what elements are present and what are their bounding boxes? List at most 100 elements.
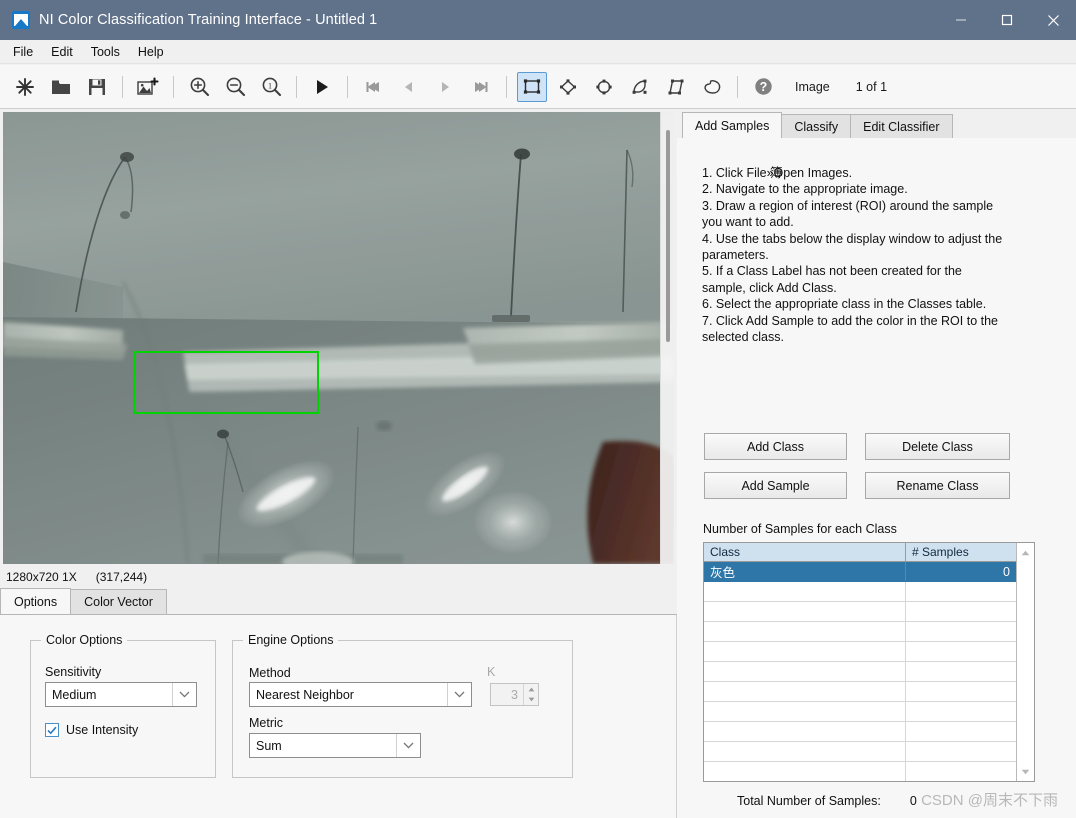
prev-image-icon[interactable] [394, 72, 424, 102]
use-intensity-checkbox-row[interactable]: Use Intensity [45, 723, 138, 737]
toolbar: 1 ? Image 1 of 1 [0, 65, 1076, 109]
zoom-in-icon[interactable] [184, 72, 214, 102]
instructions-text: 1. Click File»Open Images. 2. Navigate t… [702, 166, 1003, 345]
toolbar-separator [347, 75, 348, 98]
chevron-down-icon[interactable] [396, 734, 420, 757]
image-status-bar: 1280x720 1X (317,244) [0, 566, 677, 588]
scroll-down-arrow-icon[interactable] [1017, 763, 1034, 780]
table-cell-class [704, 682, 906, 701]
svg-text:?: ? [759, 80, 767, 94]
classes-table-label: Number of Samples for each Class [703, 522, 897, 536]
table-row[interactable] [704, 762, 1034, 781]
add-images-icon[interactable] [133, 72, 163, 102]
cursor-artifact-glyph: 簿 [770, 166, 783, 180]
roi-polygon-icon[interactable] [661, 72, 691, 102]
close-button[interactable] [1030, 0, 1076, 40]
table-cell-samples [906, 702, 1017, 721]
open-folder-icon[interactable] [46, 72, 76, 102]
next-image-icon[interactable] [430, 72, 460, 102]
table-row[interactable] [704, 662, 1034, 682]
sensitivity-dropdown[interactable]: Medium [45, 682, 197, 707]
table-cell-samples [906, 622, 1017, 641]
image-vertical-scrollbar[interactable] [660, 112, 674, 564]
add-sample-button[interactable]: Add Sample [704, 472, 847, 499]
chevron-down-icon[interactable] [172, 683, 196, 706]
color-options-group: Color Options [30, 633, 216, 778]
menu-help[interactable]: Help [129, 42, 173, 62]
maximize-button[interactable] [984, 0, 1030, 40]
toolbar-separator [173, 75, 174, 98]
color-options-group-title: Color Options [41, 633, 128, 647]
minimize-button[interactable] [938, 0, 984, 40]
toolbar-separator [506, 75, 507, 98]
zoom-actual-icon[interactable]: 1 [256, 72, 286, 102]
engine-options-group-title: Engine Options [243, 633, 339, 647]
toolbar-separator [296, 75, 297, 98]
k-stepper-up-icon[interactable] [524, 684, 538, 695]
table-row[interactable] [704, 602, 1034, 622]
method-dropdown[interactable]: Nearest Neighbor [249, 682, 472, 707]
roi-oval-icon[interactable] [589, 72, 619, 102]
tab-color-vector[interactable]: Color Vector [70, 589, 167, 614]
image-vertical-scrollbar-thumb[interactable] [666, 130, 670, 342]
delete-class-button[interactable]: Delete Class [865, 433, 1010, 460]
table-vertical-scrollbar[interactable] [1016, 543, 1034, 781]
tab-edit-classifier[interactable]: Edit Classifier [850, 114, 953, 138]
table-cell-samples: 0 [1003, 564, 1010, 579]
k-value: 3 [511, 687, 518, 702]
roi-rectangle-icon[interactable] [517, 71, 547, 102]
toolbar-separator [737, 75, 738, 98]
scroll-up-arrow-icon[interactable] [1017, 544, 1034, 561]
zoom-out-icon[interactable] [220, 72, 250, 102]
save-disk-icon[interactable] [82, 72, 112, 102]
k-stepper[interactable]: 3 [490, 683, 539, 706]
table-row[interactable] [704, 582, 1034, 602]
image-display-canvas[interactable] [3, 112, 674, 564]
method-value: Nearest Neighbor [256, 687, 354, 702]
metric-dropdown[interactable]: Sum [249, 733, 421, 758]
rename-class-button[interactable]: Rename Class [865, 472, 1010, 499]
tab-add-samples[interactable]: Add Samples [682, 112, 783, 138]
table-cell-samples [906, 662, 1017, 681]
table-row[interactable] [704, 722, 1034, 742]
table-cell-class [704, 642, 906, 661]
table-cell-class [704, 722, 906, 741]
add-class-button[interactable]: Add Class [704, 433, 847, 460]
roi-freehand-icon[interactable] [697, 72, 727, 102]
use-intensity-label: Use Intensity [66, 723, 139, 737]
play-icon[interactable] [307, 72, 337, 102]
k-stepper-buttons[interactable] [523, 684, 538, 705]
use-intensity-checkbox[interactable] [45, 723, 59, 737]
roi-rotated-rect-icon[interactable] [553, 72, 583, 102]
k-stepper-down-icon[interactable] [524, 695, 538, 706]
roi-rectangle-overlay[interactable] [133, 351, 319, 414]
tab-classify[interactable]: Classify [781, 114, 852, 138]
tab-options[interactable]: Options [0, 588, 72, 614]
help-icon[interactable]: ? [748, 72, 778, 102]
table-row[interactable] [704, 642, 1034, 662]
menu-tools[interactable]: Tools [82, 42, 129, 62]
app-icon [12, 11, 30, 29]
table-cell-class [704, 622, 906, 641]
last-image-icon[interactable] [466, 72, 496, 102]
table-row[interactable] [704, 622, 1034, 642]
roi-annulus-icon[interactable] [625, 72, 655, 102]
table-header-class: Class [704, 543, 906, 561]
metric-value: Sum [256, 738, 282, 753]
first-image-icon[interactable] [358, 72, 388, 102]
bottom-tab-bar: Options Color Vector [0, 588, 677, 615]
menu-file[interactable]: File [4, 42, 42, 62]
new-icon[interactable] [10, 72, 40, 102]
menu-edit[interactable]: Edit [42, 42, 82, 62]
total-samples-label: Total Number of Samples: [737, 794, 881, 808]
table-row[interactable] [704, 682, 1034, 702]
table-row[interactable] [704, 742, 1034, 762]
classes-table[interactable]: Class # Samples 灰色 0 [703, 542, 1035, 782]
toolbar-separator [122, 75, 123, 98]
total-samples-value: 0 [909, 794, 917, 808]
table-header-row: Class # Samples [704, 543, 1034, 562]
table-row[interactable]: 灰色 0 [704, 562, 1034, 582]
table-row[interactable] [704, 702, 1034, 722]
chevron-down-icon[interactable] [447, 683, 471, 706]
application-window: NI Color Classification Training Interfa… [0, 0, 1076, 818]
